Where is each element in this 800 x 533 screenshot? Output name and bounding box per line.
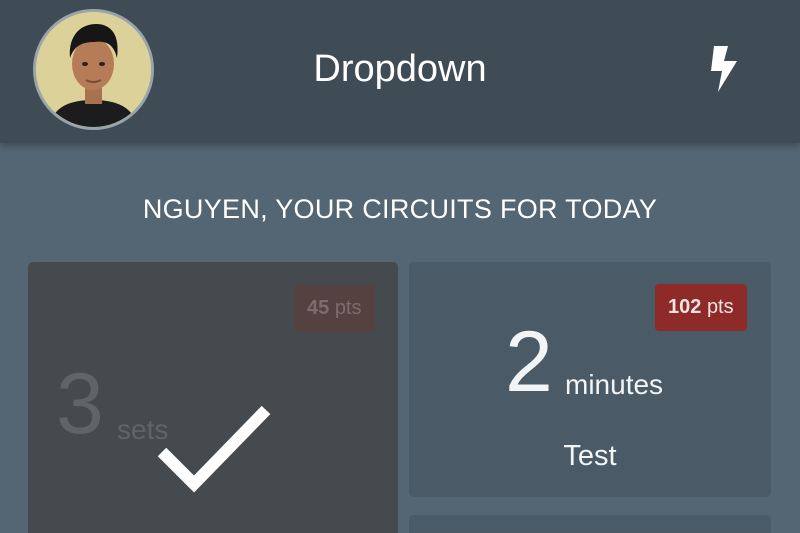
- circuit-card-active[interactable]: 102 pts 2 minutes Test: [409, 262, 771, 497]
- circuit-amount: 3: [56, 356, 104, 452]
- page-title: Dropdown: [313, 48, 487, 90]
- circuit-unit: minutes: [565, 369, 664, 400]
- points-unit: pts: [334, 297, 362, 319]
- user-avatar[interactable]: [33, 9, 154, 130]
- circuit-card-next[interactable]: [409, 515, 771, 533]
- points-unit: pts: [706, 296, 734, 318]
- checkmark-icon: [157, 405, 271, 493]
- points-value: 102: [668, 296, 702, 318]
- lightning-bolt-icon[interactable]: [708, 44, 740, 94]
- section-title: NGUYEN, YOUR CIRCUITS FOR TODAY: [142, 194, 658, 224]
- points-value: 45: [307, 297, 330, 319]
- circuit-name: Test: [563, 440, 617, 472]
- circuit-amount: 2: [505, 314, 553, 410]
- points-badge: 102 pts: [655, 284, 747, 331]
- circuit-card-completed[interactable]: 45 pts 3 sets: [28, 262, 398, 533]
- points-badge: 45 pts: [294, 285, 375, 332]
- avatar-photo: [36, 12, 151, 127]
- app-header: Dropdown: [0, 0, 800, 143]
